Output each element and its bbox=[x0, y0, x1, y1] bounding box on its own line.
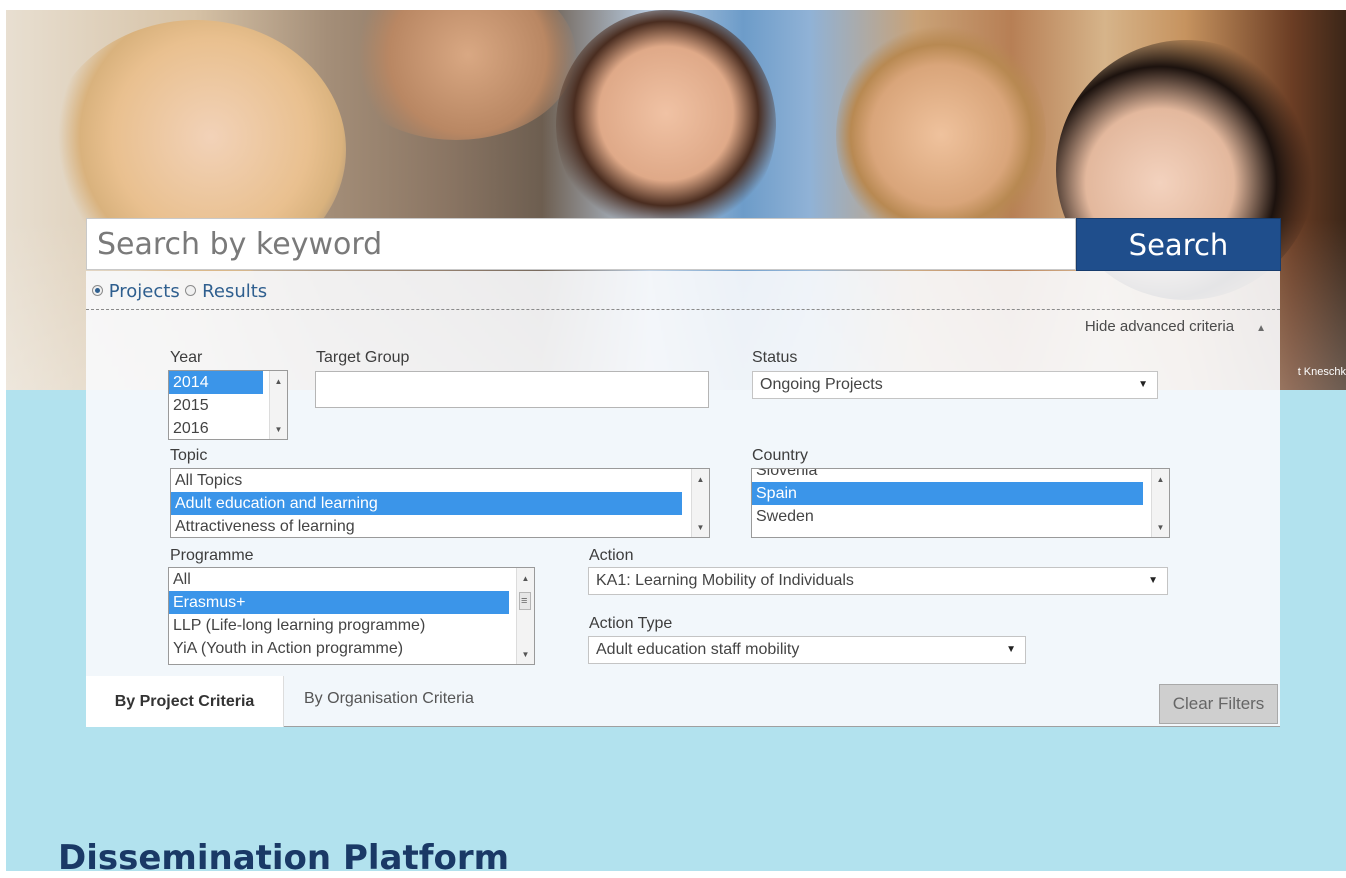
chevron-down-icon[interactable]: ▼ bbox=[1148, 568, 1158, 594]
list-item[interactable]: All Topics bbox=[171, 469, 709, 492]
scroll-down-icon[interactable]: ▼ bbox=[692, 523, 709, 532]
topic-label: Topic bbox=[170, 447, 208, 464]
list-item[interactable]: Slovenia bbox=[752, 469, 1169, 482]
list-item[interactable]: Spain bbox=[752, 482, 1143, 505]
list-item[interactable]: Sweden bbox=[752, 505, 1169, 528]
programme-scrollbar[interactable]: ▲ ▼ bbox=[516, 568, 534, 664]
scroll-up-icon[interactable]: ▲ bbox=[1152, 475, 1169, 484]
photo-credit: t Kneschk bbox=[1297, 366, 1346, 378]
scroll-down-icon[interactable]: ▼ bbox=[517, 650, 534, 659]
hide-advanced-criteria-link[interactable]: Hide advanced criteria ▲ bbox=[1085, 318, 1266, 335]
target-group-label: Target Group bbox=[316, 349, 410, 366]
status-select-value: Ongoing Projects bbox=[760, 376, 883, 393]
programme-label: Programme bbox=[170, 547, 254, 564]
action-type-select[interactable]: Adult education staff mobility ▼ bbox=[588, 636, 1026, 664]
status-label: Status bbox=[752, 349, 798, 366]
action-label: Action bbox=[589, 547, 634, 564]
status-select[interactable]: Ongoing Projects ▼ bbox=[752, 371, 1158, 399]
target-group-field[interactable] bbox=[315, 371, 709, 408]
list-item[interactable]: All bbox=[169, 568, 534, 591]
country-listbox[interactable]: Slovenia Spain Sweden ▲ ▼ bbox=[751, 468, 1170, 538]
page-title: Dissemination Platform bbox=[58, 838, 510, 878]
divider bbox=[86, 309, 1280, 310]
scroll-down-icon[interactable]: ▼ bbox=[270, 425, 287, 434]
search-panel: Projects Results Hide advanced criteria ▲… bbox=[86, 271, 1280, 727]
programme-listbox[interactable]: All Erasmus+ LLP (Life-long learning pro… bbox=[168, 567, 535, 665]
chevron-down-icon[interactable]: ▼ bbox=[1006, 637, 1016, 663]
list-item[interactable]: LLP (Life-long learning programme) bbox=[169, 614, 534, 637]
list-item[interactable]: 2014 bbox=[169, 371, 263, 394]
tab-by-project-criteria[interactable]: By Project Criteria bbox=[86, 676, 284, 727]
list-item[interactable]: Attractiveness of learning bbox=[171, 515, 709, 537]
search-input[interactable] bbox=[86, 218, 1076, 270]
scroll-thumb[interactable] bbox=[519, 592, 531, 610]
search-type-radios: Projects Results bbox=[92, 281, 267, 302]
list-item[interactable]: YiA (Youth in Action programme) bbox=[169, 637, 534, 660]
hide-advanced-label[interactable]: Hide advanced criteria bbox=[1085, 318, 1234, 335]
topic-listbox[interactable]: All Topics Adult education and learning … bbox=[170, 468, 710, 538]
scroll-up-icon[interactable]: ▲ bbox=[517, 574, 534, 583]
results-radio-label[interactable]: Results bbox=[202, 281, 267, 302]
action-select[interactable]: KA1: Learning Mobility of Individuals ▼ bbox=[588, 567, 1168, 595]
list-item[interactable]: Erasmus+ bbox=[169, 591, 509, 614]
projects-radio[interactable] bbox=[92, 285, 103, 296]
topic-scrollbar[interactable]: ▲ ▼ bbox=[691, 469, 709, 537]
results-radio[interactable] bbox=[185, 285, 197, 296]
collapse-arrow-icon[interactable]: ▲ bbox=[1256, 323, 1266, 334]
scroll-up-icon[interactable]: ▲ bbox=[692, 475, 709, 484]
country-label: Country bbox=[752, 447, 809, 464]
clear-filters-button[interactable]: Clear Filters bbox=[1159, 684, 1278, 724]
tab-by-organisation-criteria[interactable]: By Organisation Criteria bbox=[284, 676, 534, 727]
action-select-value: KA1: Learning Mobility of Individuals bbox=[596, 572, 854, 589]
year-scrollbar[interactable]: ▲ ▼ bbox=[269, 371, 287, 439]
chevron-down-icon[interactable]: ▼ bbox=[1138, 372, 1148, 398]
projects-radio-label[interactable]: Projects bbox=[109, 281, 180, 302]
search-button[interactable]: Search bbox=[1076, 218, 1281, 271]
country-scrollbar[interactable]: ▲ ▼ bbox=[1151, 469, 1169, 537]
list-item[interactable]: Adult education and learning bbox=[171, 492, 682, 515]
scroll-up-icon[interactable]: ▲ bbox=[270, 377, 287, 386]
action-type-label: Action Type bbox=[589, 615, 673, 632]
action-type-select-value: Adult education staff mobility bbox=[596, 641, 800, 658]
year-listbox[interactable]: 2014 2015 2016 ▲ ▼ bbox=[168, 370, 288, 440]
scroll-down-icon[interactable]: ▼ bbox=[1152, 523, 1169, 532]
year-label: Year bbox=[170, 349, 203, 366]
